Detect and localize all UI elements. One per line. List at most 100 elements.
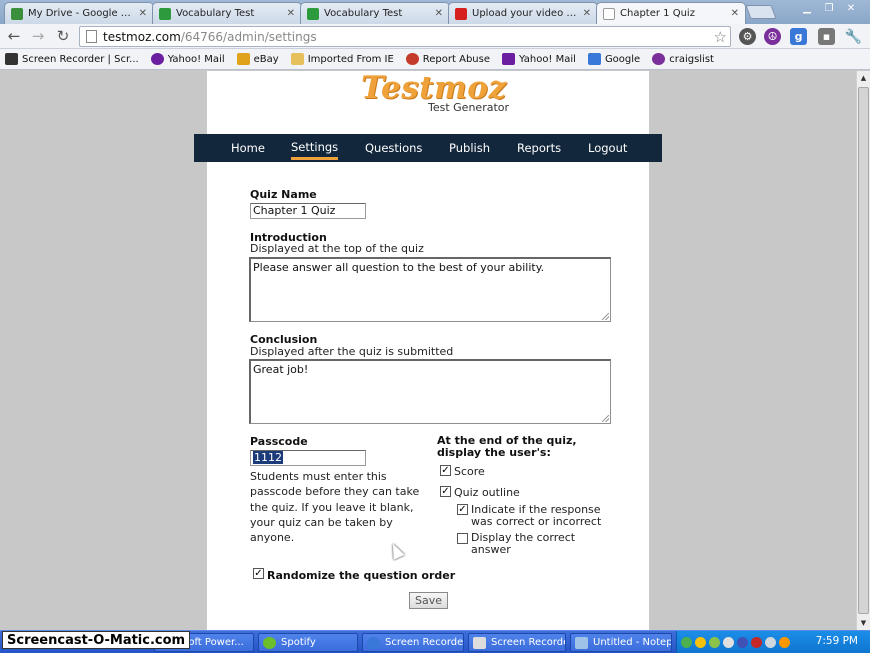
conclusion-help: Displayed after the quiz is submitted — [250, 345, 454, 358]
scrollbar-thumb[interactable] — [858, 87, 869, 614]
taskbar-notepad[interactable]: Untitled - Notepad — [570, 633, 672, 652]
taskbar-screen-recorder[interactable]: Screen Recorder — [468, 633, 566, 652]
url-path: /64766/admin/settings — [180, 29, 317, 44]
tab-chapter-1-quiz[interactable]: Chapter 1 Quiz ✕ — [596, 2, 746, 24]
bookmark-label: craigslist — [669, 53, 714, 65]
bookmark-report-abuse[interactable]: Report Abuse — [405, 53, 490, 65]
score-checkbox[interactable]: ✓ — [440, 465, 451, 476]
scroll-down-icon[interactable]: ▼ — [857, 616, 870, 630]
taskbar-label: Screen Recorder... — [385, 637, 464, 648]
introduction-help: Displayed at the top of the quiz — [250, 242, 424, 255]
quiz-name-label: Quiz Name — [250, 188, 317, 201]
report-abuse-icon — [405, 53, 419, 65]
system-tray: 7:59 PM — [676, 631, 870, 653]
address-bar[interactable]: testmoz.com/64766/admin/settings ☆ — [79, 26, 731, 47]
tray-update-icon[interactable] — [695, 637, 706, 648]
google-drive-icon — [11, 7, 23, 20]
restore-icon[interactable]: ❐ — [818, 0, 840, 16]
close-icon[interactable]: ✕ — [731, 8, 739, 19]
spreadsheet-icon — [159, 7, 171, 20]
yahoo-mail-icon — [502, 53, 515, 65]
tray-spotify-icon[interactable] — [709, 637, 720, 648]
nav-reports[interactable]: Reports — [517, 134, 561, 162]
reload-icon[interactable]: ↻ — [53, 27, 73, 45]
peace-icon — [652, 53, 666, 65]
randomize-checkbox[interactable]: ✓ — [253, 568, 264, 579]
taskbar-screen-recorder-browser[interactable]: Screen Recorder... — [362, 633, 464, 652]
bookmark-label: Google — [604, 53, 641, 65]
clock[interactable]: 7:59 PM — [816, 635, 858, 647]
close-icon[interactable]: ✕ — [435, 8, 443, 19]
tab-label: Vocabulary Test — [176, 8, 255, 19]
folder-icon — [290, 53, 304, 65]
browser-toolbar: ← → ↻ testmoz.com/64766/admin/settings ☆… — [0, 24, 870, 49]
resize-grip-icon[interactable] — [602, 313, 609, 320]
tray-alert-icon[interactable] — [779, 637, 790, 648]
introduction-textarea[interactable]: Please answer all question to the best o… — [249, 257, 611, 322]
close-icon[interactable]: ✕ — [139, 8, 147, 19]
wrench-icon[interactable]: 🔧 — [845, 28, 862, 45]
bookmark-folder-imported[interactable]: Imported From IE — [290, 53, 394, 65]
nav-questions[interactable]: Questions — [365, 134, 422, 162]
score-label: Score — [454, 465, 485, 478]
randomize-label: Randomize the question order — [267, 569, 456, 582]
url-host: testmoz.com — [103, 29, 181, 44]
nav-settings[interactable]: Settings — [291, 136, 339, 160]
new-tab-button[interactable] — [745, 5, 777, 19]
tray-shield-icon[interactable] — [751, 637, 762, 648]
tray-network-icon[interactable] — [681, 637, 692, 648]
conclusion-textarea[interactable]: Great job! — [249, 359, 611, 424]
bookmark-star-icon[interactable]: ☆ — [714, 28, 727, 46]
bookmark-yahoo-mail[interactable]: Yahoo! Mail — [150, 53, 225, 65]
extension-icon[interactable]: ▪ — [818, 28, 835, 45]
tray-security-icon[interactable] — [737, 637, 748, 648]
tab-youtube-upload[interactable]: Upload your video - YouTu ✕ — [448, 2, 598, 24]
display-options-label: At the end of the quiz, display the user… — [437, 434, 577, 459]
nav-home[interactable]: Home — [231, 134, 265, 162]
quiz-outline-checkbox[interactable]: ✓ — [440, 486, 451, 497]
screencast-icon — [5, 53, 18, 65]
bookmark-label: Screen Recorder | Scr... — [22, 53, 139, 65]
taskbar-label: Screen Recorder — [491, 637, 566, 648]
passcode-input[interactable]: 1112 — [250, 450, 366, 466]
tab-label: My Drive - Google Drive — [28, 8, 135, 19]
minimize-icon[interactable]: ▁ — [796, 0, 818, 16]
forward-arrow-icon[interactable]: → — [28, 27, 48, 45]
bookmark-label: Yahoo! Mail — [167, 53, 225, 65]
display-correct-answer-checkbox[interactable] — [457, 533, 468, 544]
close-window-icon[interactable]: ✕ — [840, 0, 862, 16]
peace-icon[interactable]: ☮ — [764, 28, 781, 45]
tray-volume-icon[interactable] — [765, 637, 776, 648]
back-arrow-icon[interactable]: ← — [4, 27, 24, 45]
bookmark-ebay[interactable]: eBay — [236, 53, 279, 65]
vertical-scrollbar[interactable]: ▲ ▼ — [856, 71, 870, 630]
nav-logout[interactable]: Logout — [588, 134, 627, 162]
tab-vocabulary-test-1[interactable]: Vocabulary Test ✕ — [152, 2, 302, 24]
bookmark-screen-recorder[interactable]: Screen Recorder | Scr... — [5, 53, 139, 65]
bookmark-craigslist[interactable]: craigslist — [652, 53, 714, 65]
main-nav: Home Settings Questions Publish Reports … — [194, 134, 662, 162]
passcode-label: Passcode — [250, 435, 308, 448]
google-plus-icon[interactable]: g — [790, 28, 807, 45]
save-button[interactable]: Save — [409, 592, 448, 609]
indicate-correct-checkbox[interactable]: ✓ — [457, 504, 468, 515]
bookmark-yahoo-mail-2[interactable]: Yahoo! Mail — [502, 53, 576, 65]
taskbar-spotify[interactable]: Spotify — [258, 633, 358, 652]
bookmark-google[interactable]: Google — [587, 53, 641, 65]
resize-grip-icon[interactable] — [602, 415, 609, 422]
scroll-up-icon[interactable]: ▲ — [857, 71, 870, 85]
quiz-name-input[interactable]: Chapter 1 Quiz — [250, 203, 366, 219]
tab-vocabulary-test-2[interactable]: Vocabulary Test ✕ — [300, 2, 450, 24]
conclusion-text: Great job! — [253, 363, 309, 376]
bookmark-label: Yahoo! Mail — [519, 53, 576, 65]
close-icon[interactable]: ✕ — [287, 8, 295, 19]
extension-icon[interactable]: ⚙ — [739, 28, 756, 45]
nav-publish[interactable]: Publish — [449, 134, 490, 162]
passcode-value: 1112 — [253, 451, 283, 464]
close-icon[interactable]: ✕ — [583, 8, 591, 19]
ebay-icon — [236, 53, 250, 65]
tray-app-icon[interactable] — [723, 637, 734, 648]
yahoo-icon — [150, 53, 164, 65]
tab-google-drive[interactable]: My Drive - Google Drive ✕ — [4, 2, 154, 24]
page-icon — [86, 30, 97, 43]
